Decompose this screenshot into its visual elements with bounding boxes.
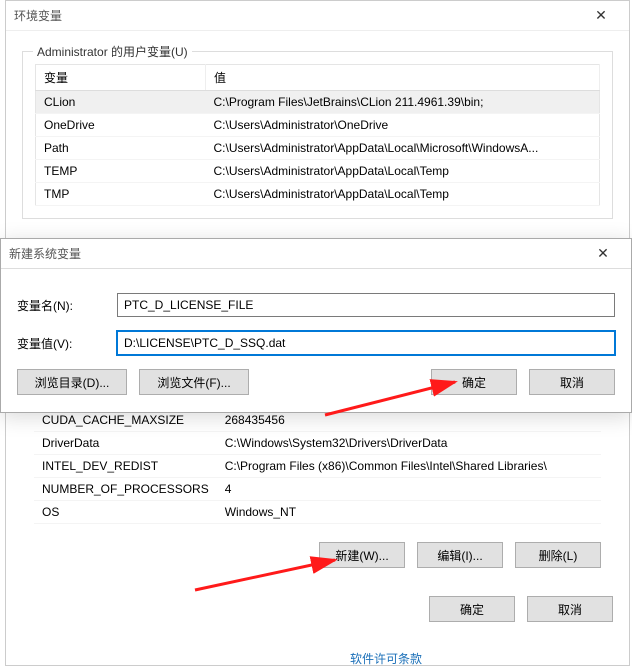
user-vars-table[interactable]: 变量 值 CLionC:\Program Files\JetBrains\CLi… <box>35 64 600 206</box>
env-ok-button[interactable]: 确定 <box>429 596 515 622</box>
col-value[interactable]: 值 <box>206 65 600 91</box>
newvar-cancel-button[interactable]: 取消 <box>529 369 615 395</box>
table-row[interactable]: OSWindows_NT <box>34 501 601 524</box>
license-terms-link[interactable]: 软件许可条款 <box>350 650 422 667</box>
user-vars-legend: Administrator 的用户变量(U) <box>33 43 192 60</box>
newvar-title: 新建系统变量 <box>9 245 583 262</box>
var-value-row: 变量值(V): <box>17 331 615 355</box>
user-vars-group: Administrator 的用户变量(U) 变量 值 CLionC:\Prog… <box>22 51 613 219</box>
var-name-input[interactable] <box>117 293 615 317</box>
newvar-close-button[interactable]: ✕ <box>583 240 623 268</box>
close-icon: ✕ <box>595 7 607 24</box>
new-button[interactable]: 新建(W)... <box>319 542 405 568</box>
close-icon: ✕ <box>597 245 609 262</box>
system-vars-buttons: 新建(W)... 编辑(I)... 删除(L) <box>34 542 601 568</box>
var-value-label: 变量值(V): <box>17 335 117 352</box>
env-close-button[interactable]: ✕ <box>581 2 621 30</box>
var-name-row: 变量名(N): <box>17 293 615 317</box>
browse-dir-button[interactable]: 浏览目录(D)... <box>17 369 127 395</box>
var-value-input[interactable] <box>117 331 615 355</box>
table-row[interactable]: INTEL_DEV_REDISTC:\Program Files (x86)\C… <box>34 455 601 478</box>
table-row[interactable]: OneDriveC:\Users\Administrator\OneDrive <box>36 114 600 137</box>
delete-button[interactable]: 删除(L) <box>515 542 601 568</box>
newvar-buttons: 浏览目录(D)... 浏览文件(F)... 确定 取消 <box>17 369 615 395</box>
system-vars-group: CUDA_CACHE_MAXSIZE268435456 DriverDataC:… <box>22 409 613 568</box>
table-row[interactable]: PathC:\Users\Administrator\AppData\Local… <box>36 137 600 160</box>
env-titlebar: 环境变量 ✕ <box>6 1 629 31</box>
var-name-label: 变量名(N): <box>17 297 117 314</box>
env-title: 环境变量 <box>14 7 581 24</box>
table-row[interactable]: TMPC:\Users\Administrator\AppData\Local\… <box>36 183 600 206</box>
browse-file-button[interactable]: 浏览文件(F)... <box>139 369 249 395</box>
table-row[interactable]: TEMPC:\Users\Administrator\AppData\Local… <box>36 160 600 183</box>
table-row[interactable]: NUMBER_OF_PROCESSORS4 <box>34 478 601 501</box>
edit-button[interactable]: 编辑(I)... <box>417 542 503 568</box>
env-dialog-buttons: 确定 取消 <box>22 596 613 622</box>
table-row[interactable]: DriverDataC:\Windows\System32\Drivers\Dr… <box>34 432 601 455</box>
env-cancel-button[interactable]: 取消 <box>527 596 613 622</box>
system-vars-table[interactable]: CUDA_CACHE_MAXSIZE268435456 DriverDataC:… <box>34 409 601 524</box>
newvar-body: 变量名(N): 变量值(V): 浏览目录(D)... 浏览文件(F)... 确定… <box>1 269 631 405</box>
newvar-titlebar: 新建系统变量 ✕ <box>1 239 631 269</box>
table-row[interactable]: CLionC:\Program Files\JetBrains\CLion 21… <box>36 91 600 114</box>
newvar-ok-button[interactable]: 确定 <box>431 369 517 395</box>
new-sysvar-dialog: 新建系统变量 ✕ 变量名(N): 变量值(V): 浏览目录(D)... 浏览文件… <box>0 238 632 413</box>
col-variable[interactable]: 变量 <box>36 65 206 91</box>
